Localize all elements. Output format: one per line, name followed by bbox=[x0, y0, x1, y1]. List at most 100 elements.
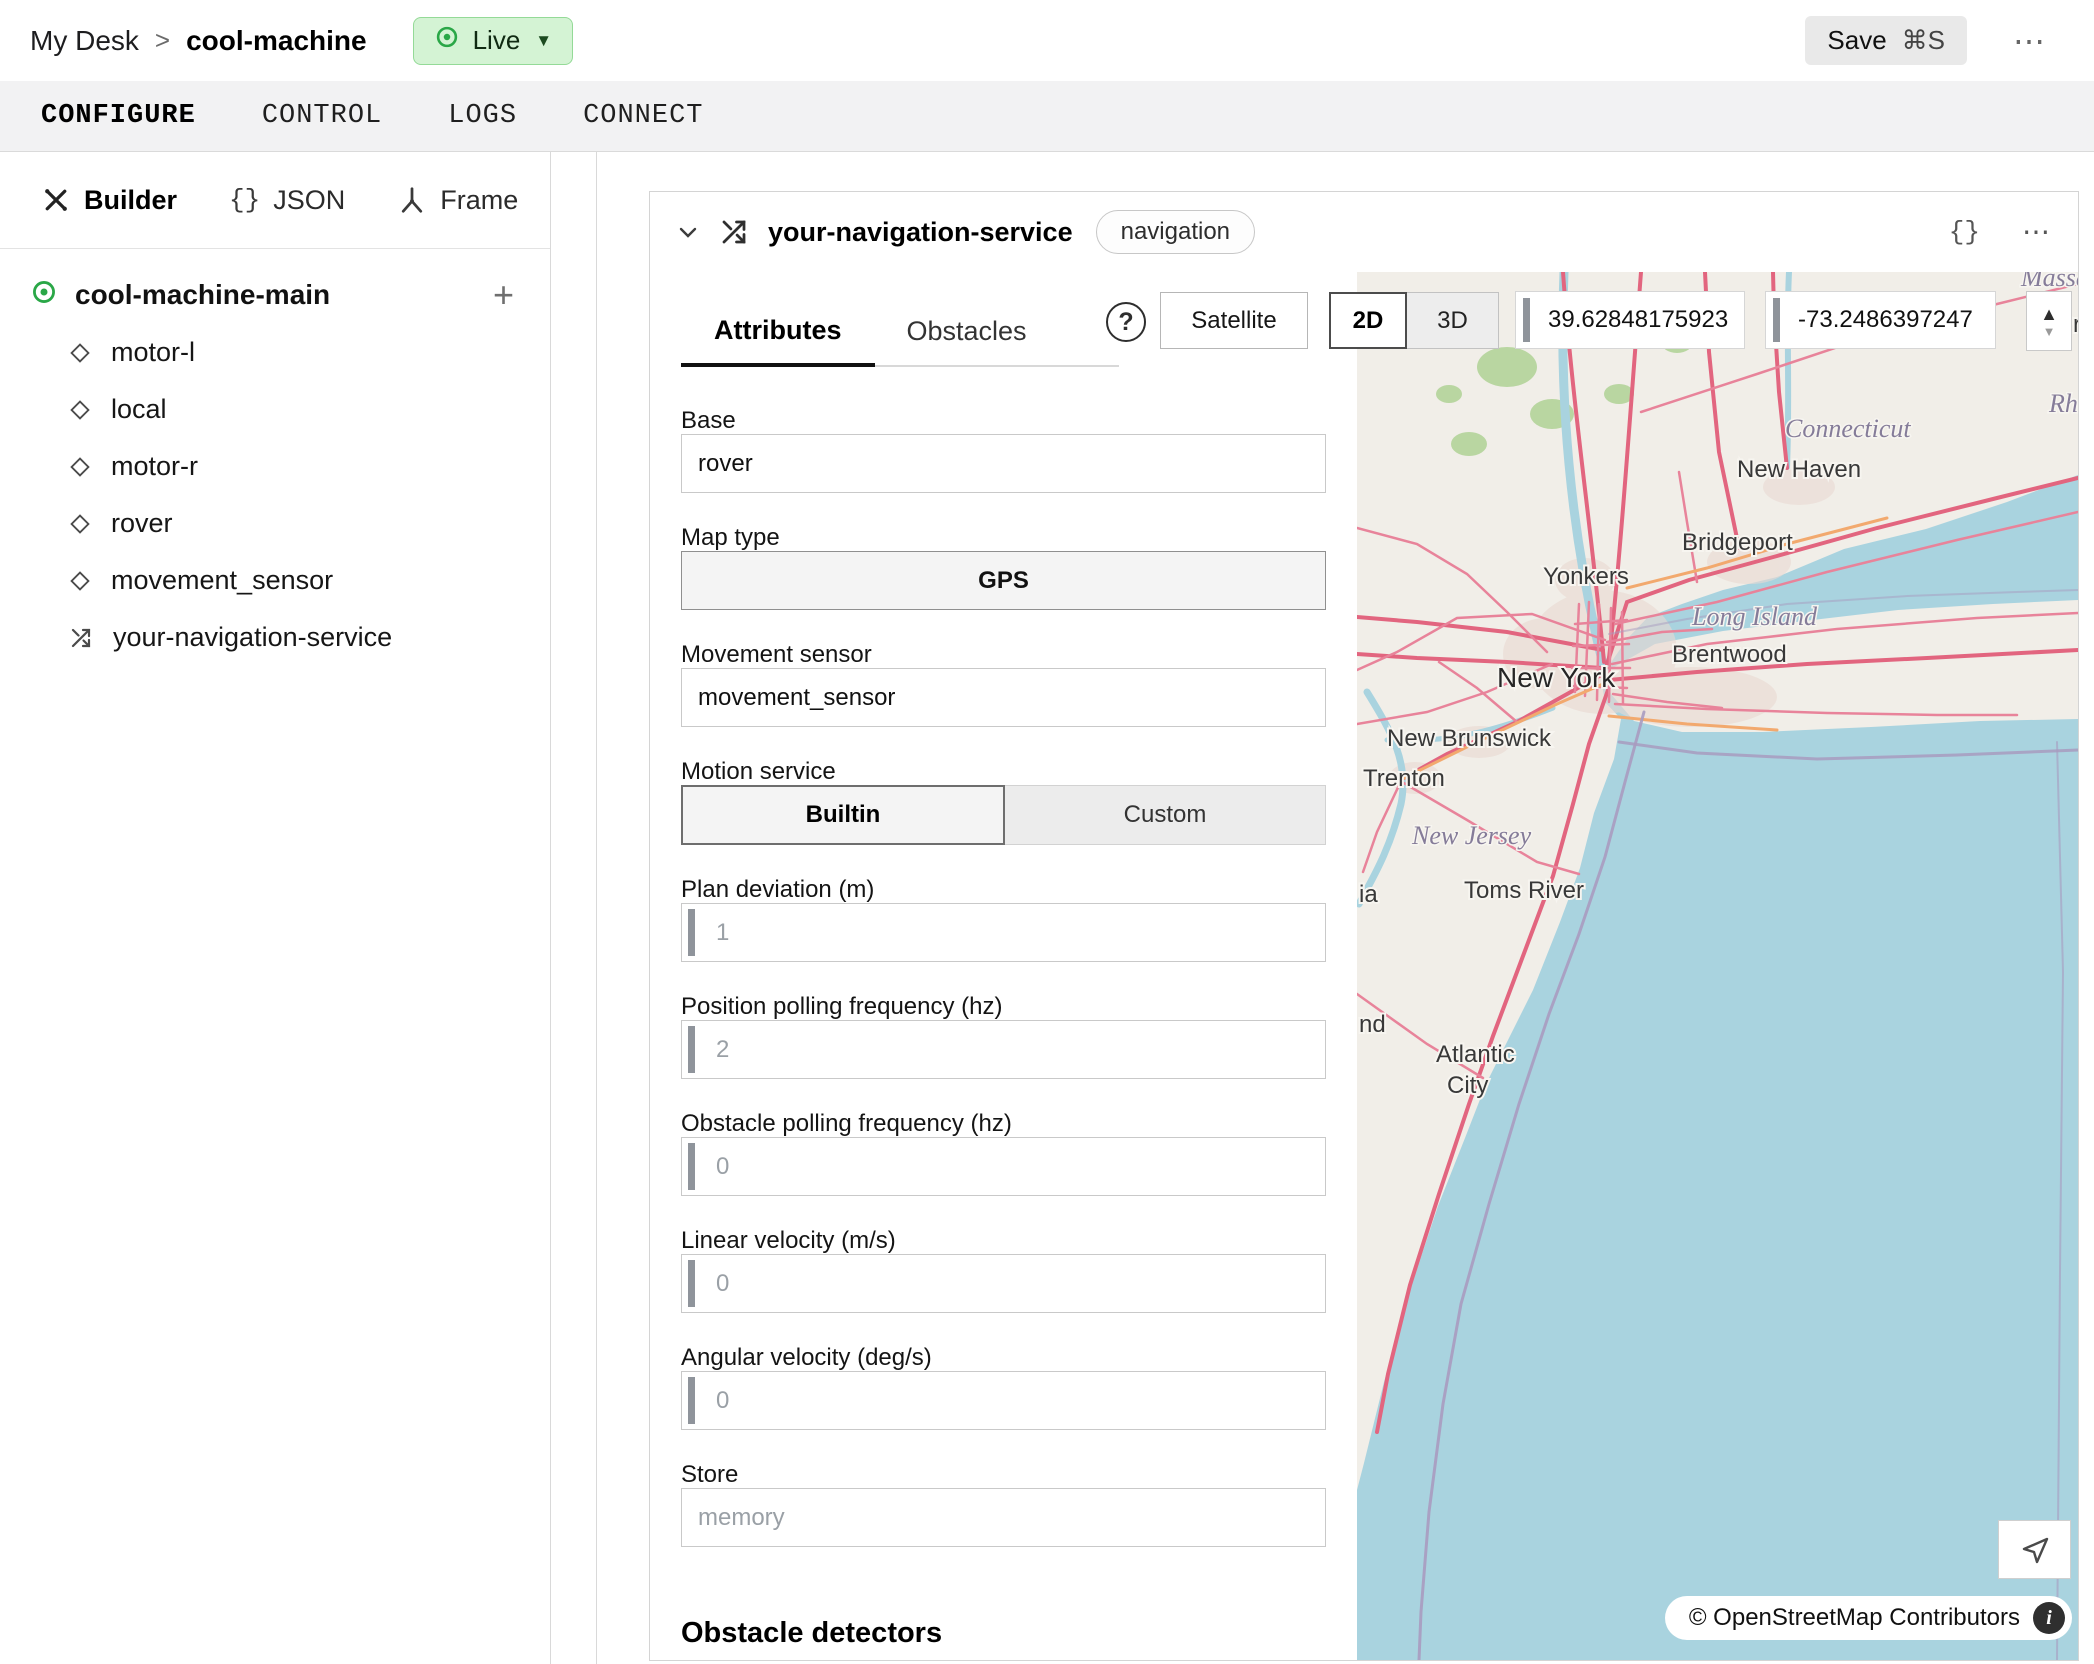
latitude-input[interactable] bbox=[1516, 292, 1744, 348]
drag-handle[interactable] bbox=[688, 909, 695, 956]
breadcrumb-home[interactable]: My Desk bbox=[30, 25, 139, 57]
movement-sensor-field: Movement sensor bbox=[681, 642, 1326, 727]
locate-button[interactable] bbox=[1998, 1520, 2071, 1579]
tree-item-label: rover bbox=[111, 508, 173, 539]
svg-text:Bridgeport: Bridgeport bbox=[1682, 529, 1793, 556]
angular-velocity-input[interactable] bbox=[681, 1371, 1326, 1430]
tree-item-label: movement_sensor bbox=[111, 565, 333, 596]
motion-custom-option[interactable]: Custom bbox=[1005, 785, 1326, 845]
drag-handle[interactable] bbox=[688, 1260, 695, 1307]
tree-item-navigation-service[interactable]: your-navigation-service bbox=[0, 609, 550, 666]
linear-velocity-field: Linear velocity (m/s) bbox=[681, 1228, 1326, 1313]
plan-deviation-label: Plan deviation (m) bbox=[681, 877, 1326, 903]
live-status-dropdown[interactable]: Live ▼ bbox=[413, 17, 574, 65]
obstacle-polling-label: Obstacle polling frequency (hz) bbox=[681, 1111, 1326, 1137]
tree-item-motor-r[interactable]: motor-r bbox=[0, 438, 550, 495]
base-input[interactable] bbox=[681, 434, 1326, 493]
tab-control[interactable]: CONTROL bbox=[262, 101, 382, 131]
position-polling-input[interactable] bbox=[681, 1020, 1326, 1079]
breadcrumb-machine-name: cool-machine bbox=[186, 25, 366, 57]
svg-text:Atlantic: Atlantic bbox=[1436, 1041, 1515, 1068]
map-2d-button[interactable]: 2D bbox=[1329, 292, 1407, 349]
map-3d-button[interactable]: 3D bbox=[1407, 292, 1499, 349]
map-type-field: Map type GPS bbox=[681, 525, 1326, 610]
card-body: MassachProRhodConnecticutNew HavenBridge… bbox=[650, 272, 2078, 1660]
save-button[interactable]: Save ⌘S bbox=[1805, 16, 1967, 65]
movement-sensor-label: Movement sensor bbox=[681, 642, 1326, 668]
base-field: Base bbox=[681, 408, 1326, 493]
overflow-menu-button[interactable]: ⋯ bbox=[2007, 24, 2054, 58]
live-target-icon bbox=[434, 24, 460, 57]
store-input[interactable] bbox=[681, 1488, 1326, 1547]
stepper-up-icon[interactable]: ▲ bbox=[2040, 305, 2058, 323]
help-icon[interactable]: ? bbox=[1106, 302, 1146, 342]
svg-text:Connecticut: Connecticut bbox=[1785, 414, 1911, 443]
sidebar-resize-gutter[interactable] bbox=[551, 152, 597, 1664]
svg-text:New Brunswick: New Brunswick bbox=[1387, 725, 1552, 752]
map-dimension-toggle: 2D 3D bbox=[1329, 292, 1499, 349]
code-json-icon[interactable]: {} bbox=[1949, 217, 1980, 247]
satellite-toggle-button[interactable]: Satellite bbox=[1160, 292, 1308, 349]
machine-tab-bar: CONFIGURE CONTROL LOGS CONNECT bbox=[0, 81, 2094, 152]
plan-deviation-input[interactable] bbox=[681, 903, 1326, 962]
view-mode-switcher: Builder {} JSON Frame bbox=[0, 152, 550, 249]
motion-service-field: Motion service Builtin Custom bbox=[681, 759, 1326, 845]
panel-tab-bar: Attributes Obstacles bbox=[681, 296, 1119, 367]
chevron-down-icon: ▼ bbox=[535, 31, 552, 51]
movement-sensor-input[interactable] bbox=[681, 668, 1326, 727]
svg-text:New Haven: New Haven bbox=[1737, 456, 1861, 483]
drag-handle[interactable] bbox=[1523, 298, 1530, 342]
tree-item-local[interactable]: local bbox=[0, 381, 550, 438]
store-label: Store bbox=[681, 1462, 1326, 1488]
svg-text:ia: ia bbox=[1359, 881, 1378, 908]
mode-builder[interactable]: Builder bbox=[41, 185, 177, 216]
breadcrumb: My Desk > cool-machine bbox=[30, 25, 367, 57]
card-overflow-icon[interactable]: ⋯ bbox=[2022, 218, 2052, 246]
tree-item-movement-sensor[interactable]: movement_sensor bbox=[0, 552, 550, 609]
tab-attributes[interactable]: Attributes bbox=[681, 315, 875, 367]
navigation-service-icon bbox=[719, 217, 749, 247]
mode-json-label: JSON bbox=[273, 185, 345, 216]
attribution-text[interactable]: © OpenStreetMap Contributors bbox=[1689, 1604, 2020, 1632]
save-shortcut: ⌘S bbox=[1902, 25, 1945, 56]
longitude-input[interactable] bbox=[1766, 292, 1995, 348]
drag-handle[interactable] bbox=[1773, 298, 1780, 342]
add-component-button[interactable]: + bbox=[487, 276, 520, 314]
component-diamond-icon bbox=[69, 342, 91, 364]
mode-json[interactable]: {} JSON bbox=[229, 185, 345, 216]
drag-handle[interactable] bbox=[688, 1026, 695, 1073]
drag-handle[interactable] bbox=[688, 1143, 695, 1190]
map-attribution[interactable]: © OpenStreetMap Contributors i bbox=[1665, 1596, 2072, 1640]
mode-frame[interactable]: Frame bbox=[397, 185, 518, 216]
component-diamond-icon bbox=[69, 570, 91, 592]
tree-item-label: local bbox=[111, 394, 167, 425]
collapse-chevron-icon[interactable] bbox=[676, 220, 700, 244]
tree-item-rover[interactable]: rover bbox=[0, 495, 550, 552]
braces-icon: {} bbox=[229, 185, 260, 215]
tab-obstacles[interactable]: Obstacles bbox=[907, 315, 1027, 365]
map-type-gps-button[interactable]: GPS bbox=[681, 551, 1326, 610]
live-label: Live bbox=[473, 25, 521, 56]
latitude-input-wrap bbox=[1515, 291, 1745, 349]
motion-builtin-option[interactable]: Builtin bbox=[681, 785, 1005, 845]
tree-item-motor-l[interactable]: motor-l bbox=[0, 324, 550, 381]
navigation-service-card: your-navigation-service navigation {} ⋯ bbox=[649, 191, 2079, 1661]
tree-root-label: cool-machine-main bbox=[75, 279, 330, 311]
zoom-stepper: ▲ ▼ bbox=[2026, 291, 2072, 351]
motion-service-label: Motion service bbox=[681, 759, 1326, 785]
save-label: Save bbox=[1827, 25, 1886, 56]
info-icon[interactable]: i bbox=[2033, 1602, 2065, 1634]
tree-item-label: motor-l bbox=[111, 337, 195, 368]
tree-root-machine[interactable]: cool-machine-main + bbox=[0, 266, 550, 324]
tab-connect[interactable]: CONNECT bbox=[583, 101, 703, 131]
machine-live-icon bbox=[30, 278, 58, 313]
linear-velocity-input[interactable] bbox=[681, 1254, 1326, 1313]
stepper-down-icon[interactable]: ▼ bbox=[2043, 323, 2056, 338]
tab-configure[interactable]: CONFIGURE bbox=[41, 101, 196, 131]
obstacle-polling-input[interactable] bbox=[681, 1137, 1326, 1196]
drag-handle[interactable] bbox=[688, 1377, 695, 1424]
navigation-map[interactable]: MassachProRhodConnecticutNew HavenBridge… bbox=[1357, 272, 2078, 1660]
navigation-service-icon bbox=[69, 626, 93, 650]
tab-logs[interactable]: LOGS bbox=[448, 101, 517, 131]
obstacle-detectors-heading: Obstacle detectors bbox=[681, 1617, 1326, 1650]
